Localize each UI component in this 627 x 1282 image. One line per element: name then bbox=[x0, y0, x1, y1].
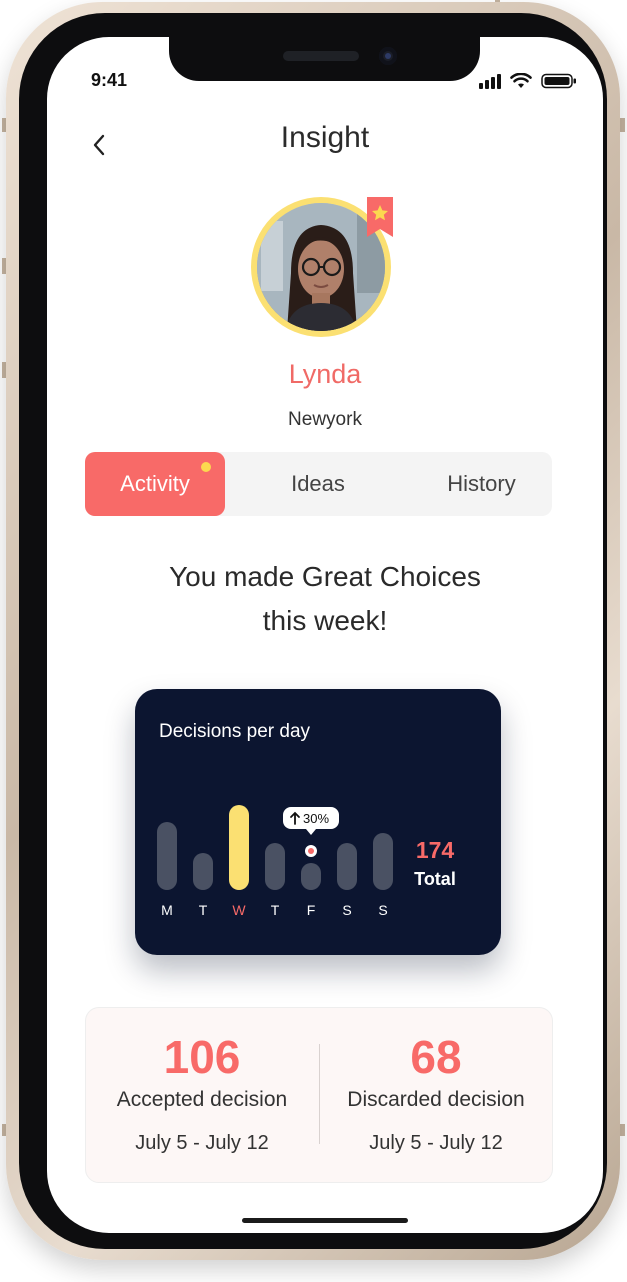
tab-activity[interactable]: Activity bbox=[85, 452, 225, 516]
chart-tick-label-1: T bbox=[199, 902, 208, 918]
tab-activity-label: Activity bbox=[120, 471, 190, 496]
accepted-label: Accepted decision bbox=[116, 1088, 288, 1111]
profile-name: Lynda bbox=[288, 359, 362, 389]
chart-bar-5 bbox=[337, 843, 357, 890]
chart-total-label: Total bbox=[414, 869, 456, 889]
cellular-signal-icon bbox=[479, 74, 501, 89]
profile-photo-illustration bbox=[257, 203, 385, 331]
decisions-bar-chart: M T W T F 30% S S bbox=[157, 805, 393, 918]
status-icons bbox=[479, 73, 576, 89]
earpiece-speaker bbox=[283, 51, 359, 61]
star-bookmark-icon bbox=[367, 197, 393, 237]
chart-tick-label-6: S bbox=[378, 902, 387, 918]
tab-ideas[interactable]: Ideas bbox=[225, 452, 411, 516]
chart-tick-label-0: M bbox=[161, 902, 173, 918]
phone-bezel: 9:41 Insight Lynda Newyork Activity Idea… bbox=[19, 13, 607, 1249]
discarded-stat: 68 Discarded decision July 5 - July 12 bbox=[320, 1008, 552, 1182]
chart-bar-4 bbox=[301, 863, 321, 890]
headline-line-2: this week! bbox=[262, 605, 388, 636]
discarded-label: Discarded decision bbox=[347, 1088, 525, 1111]
front-camera bbox=[379, 47, 397, 65]
chart-bar-1 bbox=[193, 853, 213, 890]
tab-history-label: History bbox=[447, 471, 516, 496]
accepted-count: 106 bbox=[163, 1031, 241, 1083]
wifi-icon bbox=[510, 73, 532, 88]
profile-photo bbox=[257, 203, 385, 331]
chart-tick-label-4: F bbox=[307, 902, 316, 918]
app-screen: 9:41 Insight Lynda Newyork Activity Idea… bbox=[47, 37, 603, 1233]
status-time: 9:41 bbox=[91, 70, 128, 90]
decisions-chart-card: Decisions per day M T W T F 30% S S 174 Total bbox=[135, 689, 501, 955]
accepted-stat: 106 Accepted decision July 5 - July 12 bbox=[86, 1008, 318, 1182]
notification-dot bbox=[201, 462, 211, 472]
chart-bar-6 bbox=[373, 833, 393, 890]
tab-history[interactable]: History bbox=[411, 452, 552, 516]
chart-total-value: 174 bbox=[415, 837, 455, 863]
chart-trend-tooltip: 30% bbox=[283, 807, 339, 835]
phone-frame: 9:41 Insight Lynda Newyork Activity Idea… bbox=[6, 2, 620, 1260]
headline: You made Great Choices this week! bbox=[87, 555, 563, 643]
notch bbox=[169, 37, 480, 81]
chart-tick-label-5: S bbox=[342, 902, 351, 918]
headline-line-1: You made Great Choices bbox=[169, 561, 481, 592]
stats-card: 106 Accepted decision July 5 - July 12 6… bbox=[85, 1007, 553, 1183]
chart-trend-label: 30% bbox=[303, 811, 329, 826]
home-indicator[interactable] bbox=[242, 1218, 408, 1223]
chart-bar-2 bbox=[229, 805, 249, 890]
discarded-date-range: July 5 - July 12 bbox=[369, 1132, 503, 1154]
battery-icon bbox=[541, 73, 576, 89]
chart-bar-3 bbox=[265, 843, 285, 890]
page-title: Insight bbox=[280, 121, 370, 154]
chart-bar-0 bbox=[157, 822, 177, 890]
chart-tick-label-3: T bbox=[271, 902, 280, 918]
tab-bar: Activity Ideas History bbox=[85, 452, 552, 516]
chart-marker-dot bbox=[308, 848, 314, 854]
tab-ideas-label: Ideas bbox=[291, 471, 345, 496]
chart-tick-label-2: W bbox=[232, 902, 246, 918]
discarded-count: 68 bbox=[410, 1031, 462, 1083]
accepted-date-range: July 5 - July 12 bbox=[135, 1132, 269, 1154]
profile-location: Newyork bbox=[288, 409, 362, 430]
